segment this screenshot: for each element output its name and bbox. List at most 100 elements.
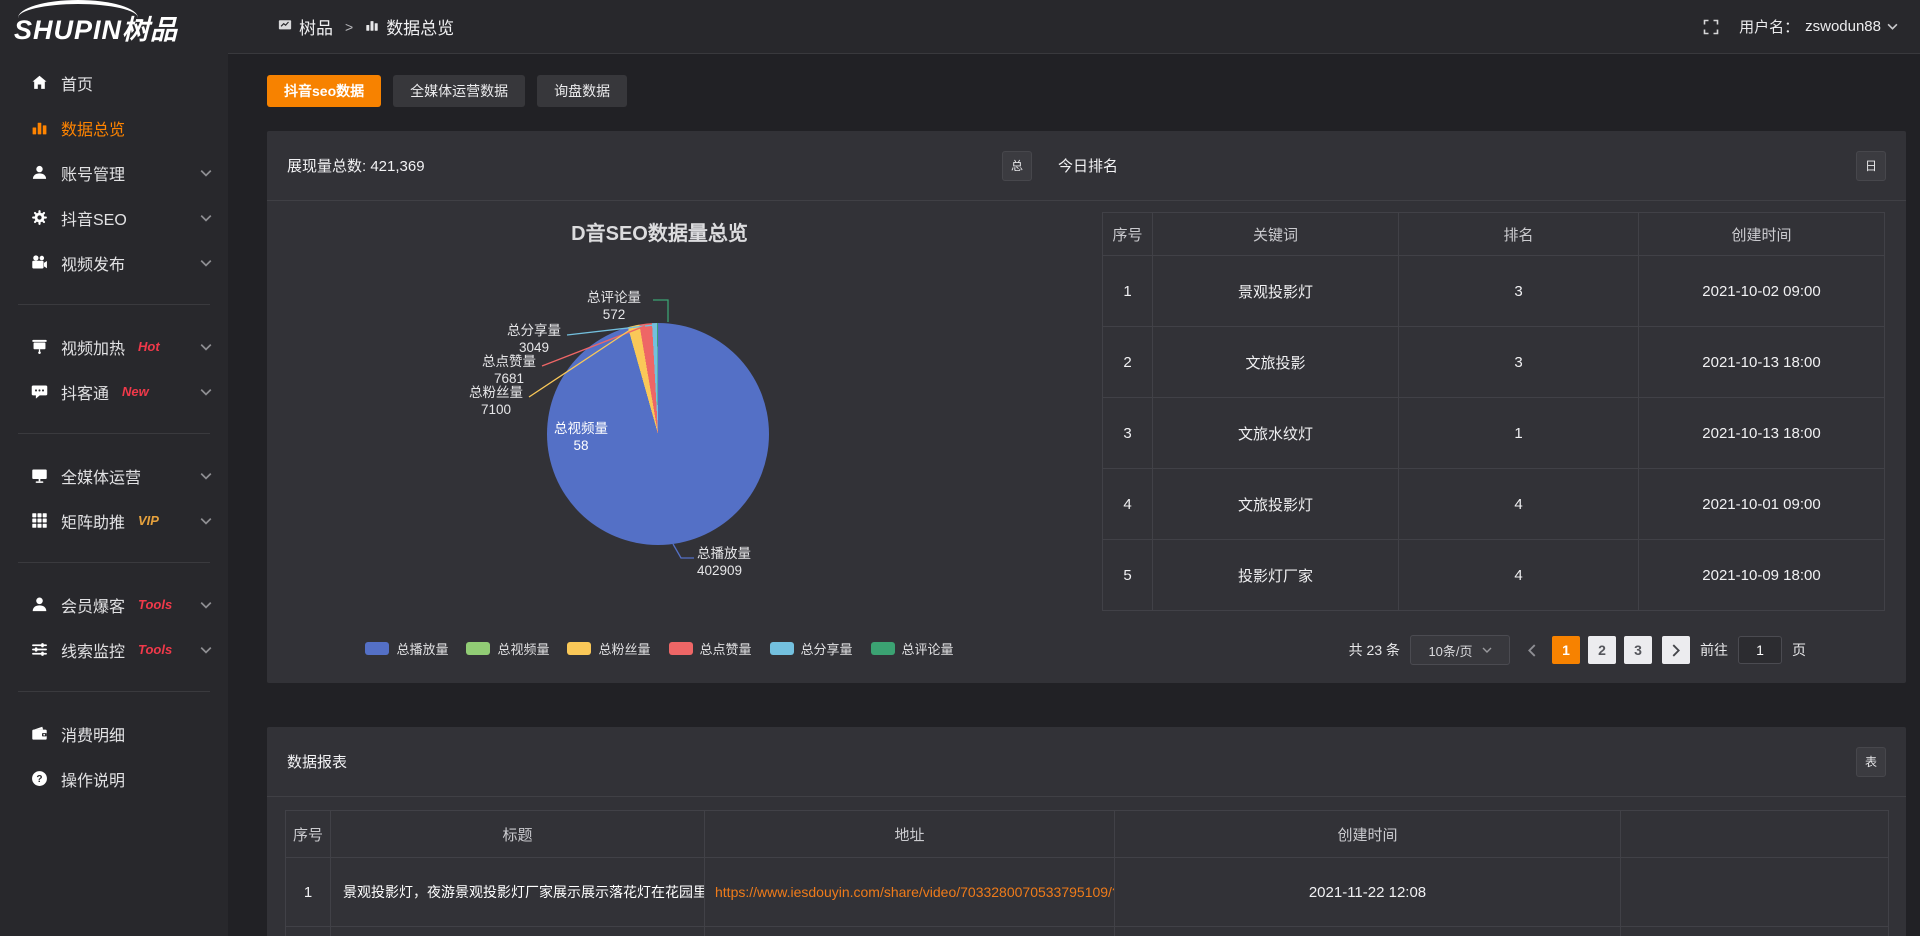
wallet-icon	[30, 725, 48, 743]
chevron-down-icon	[1482, 647, 1492, 653]
board-icon	[278, 17, 292, 37]
day-view-button[interactable]: 日	[1856, 151, 1886, 181]
page-button-1[interactable]: 1	[1552, 636, 1580, 664]
tab-1[interactable]: 全媒体运营数据	[393, 75, 525, 107]
sidebar-item-label: 消费明细	[61, 722, 125, 746]
sidebar-divider	[18, 433, 210, 434]
chevron-down-icon	[200, 169, 212, 177]
sidebar-item-grid[interactable]: 矩阵助推VIP	[0, 498, 228, 543]
impressions-total: 展现量总数: 421,369	[287, 155, 425, 176]
report-column-header: 地址	[705, 811, 1115, 858]
user-name: zswodun88	[1805, 18, 1881, 35]
legend-label: 总粉丝量	[598, 639, 650, 658]
sidebar-item-question[interactable]: ?操作说明	[0, 756, 228, 801]
tab-0[interactable]: 抖音seo数据	[267, 75, 381, 107]
video-camera-icon	[30, 254, 48, 272]
pie-label-comments: 总评论量572	[559, 289, 669, 323]
sidebar-divider	[18, 304, 210, 305]
sidebar-item-home[interactable]: 首页	[0, 60, 228, 105]
goto-page-input[interactable]	[1738, 636, 1782, 664]
legend-swatch	[669, 642, 693, 655]
app-logo[interactable]: SHUPIN树品	[0, 0, 228, 54]
question-icon: ?	[30, 770, 48, 788]
rank-cell: 文旅水纹灯	[1153, 398, 1399, 469]
legend-item[interactable]: 总分享量	[770, 639, 853, 658]
rank-cell: 文旅投影	[1153, 327, 1399, 398]
sidebar-divider	[18, 562, 210, 563]
page-button-3[interactable]: 3	[1624, 636, 1652, 664]
sidebar-item-label: 抖客通	[61, 380, 109, 404]
sidebar-item-chat[interactable]: 抖客通 New	[0, 369, 228, 414]
sidebar-item-bar-chart[interactable]: 数据总览	[0, 105, 228, 150]
legend-item[interactable]: 总粉丝量	[567, 639, 650, 658]
rank-cell: 3	[1399, 327, 1639, 398]
pie-label-shares: 总分享量3049	[479, 322, 589, 356]
breadcrumb-item-home[interactable]: 树品	[278, 14, 333, 39]
rank-cell: 投影灯厂家	[1153, 540, 1399, 611]
report-empty-cell	[1621, 858, 1889, 927]
report-index-cell: 1	[286, 858, 331, 927]
report-empty-cell	[1621, 927, 1889, 936]
sidebar-item-member[interactable]: 会员爆客Tools	[0, 582, 228, 627]
sidebar-item-screen[interactable]: 视频加热Hot	[0, 324, 228, 369]
user-icon	[30, 164, 48, 182]
sidebar-item-badge: Tools	[138, 597, 172, 612]
rank-cell: 景观投影灯	[1153, 256, 1399, 327]
table-view-button[interactable]: 表	[1856, 747, 1886, 777]
page-button-2[interactable]: 2	[1588, 636, 1616, 664]
report-empty-cell	[1115, 927, 1621, 936]
pagination-total: 共 23 条	[1349, 640, 1400, 660]
legend-item[interactable]: 总点赞量	[669, 639, 752, 658]
report-table: 序号标题地址创建时间1景观投影灯，夜游景观投影灯厂家展示展示落花灯在花园里的灯光…	[285, 810, 1889, 936]
report-empty-cell	[705, 927, 1115, 936]
sidebar-item-gear[interactable]: 抖音SEO	[0, 195, 228, 240]
legend-swatch	[770, 642, 794, 655]
rank-cell: 2021-10-13 18:00	[1639, 398, 1885, 469]
sidebar-item-user[interactable]: 账号管理	[0, 150, 228, 195]
sidebar-item-monitor[interactable]: 全媒体运营	[0, 453, 228, 498]
total-view-button[interactable]: 总	[1002, 151, 1032, 181]
topbar-right: 用户名：zswodun88	[1703, 16, 1898, 37]
bar-chart-icon	[30, 119, 48, 137]
rank-column-header: 关键词	[1153, 213, 1399, 256]
seo-pie-chart: D音SEO数据量总览 总评论量572 总分享量3049 总点赞量7681	[267, 201, 1052, 682]
sliders-icon	[30, 641, 48, 659]
rank-cell: 3	[1399, 256, 1639, 327]
sidebar-item-video-camera[interactable]: 视频发布	[0, 240, 228, 285]
page-size-select[interactable]: 10条/页	[1410, 635, 1510, 665]
report-url-link[interactable]: https://www.iesdouyin.com/share/video/70…	[705, 858, 1115, 927]
sidebar: SHUPIN树品 首页数据总览账号管理抖音SEO视频发布视频加热Hot 抖客通 Ne…	[0, 0, 228, 936]
legend-item[interactable]: 总播放量	[365, 639, 448, 658]
user-menu[interactable]: 用户名：zswodun88	[1739, 16, 1898, 37]
legend-label: 总评论量	[902, 639, 954, 658]
sidebar-item-badge: New	[122, 384, 149, 399]
report-empty-cell	[331, 927, 705, 936]
breadcrumb-label: 树品	[299, 14, 333, 39]
legend-label: 总点赞量	[700, 639, 752, 658]
chevron-down-icon	[200, 259, 212, 267]
rank-panel-title: 今日排名	[1058, 155, 1118, 176]
chart-title: D音SEO数据量总览	[267, 217, 1052, 246]
rank-column-header: 序号	[1103, 213, 1153, 256]
chevron-down-icon	[200, 646, 212, 654]
legend-item[interactable]: 总视频量	[466, 639, 549, 658]
breadcrumb-separator: >	[345, 19, 353, 35]
screen-icon	[30, 338, 48, 356]
next-page-button[interactable]	[1662, 636, 1690, 664]
legend-item[interactable]: 总评论量	[871, 639, 954, 658]
fullscreen-icon[interactable]	[1703, 19, 1719, 35]
sidebar-item-wallet[interactable]: 消费明细	[0, 711, 228, 756]
member-icon	[30, 596, 48, 614]
prev-page-button[interactable]	[1520, 644, 1542, 657]
overview-panel-header: 展现量总数: 421,369 总	[267, 131, 1052, 201]
sidebar-item-sliders[interactable]: 线索监控Tools	[0, 627, 228, 672]
logo-text: SHUPIN树品	[14, 8, 178, 47]
rank-column-header: 创建时间	[1639, 213, 1885, 256]
sidebar-item-label: 矩阵助推	[61, 509, 125, 533]
table-row: 4文旅投影灯42021-10-01 09:00	[1103, 469, 1885, 540]
rank-cell: 1	[1399, 398, 1639, 469]
breadcrumb-label: 数据总览	[386, 14, 454, 39]
legend-label: 总播放量	[396, 639, 448, 658]
breadcrumb-item-current[interactable]: 数据总览	[365, 14, 454, 39]
tab-2[interactable]: 询盘数据	[537, 75, 627, 107]
